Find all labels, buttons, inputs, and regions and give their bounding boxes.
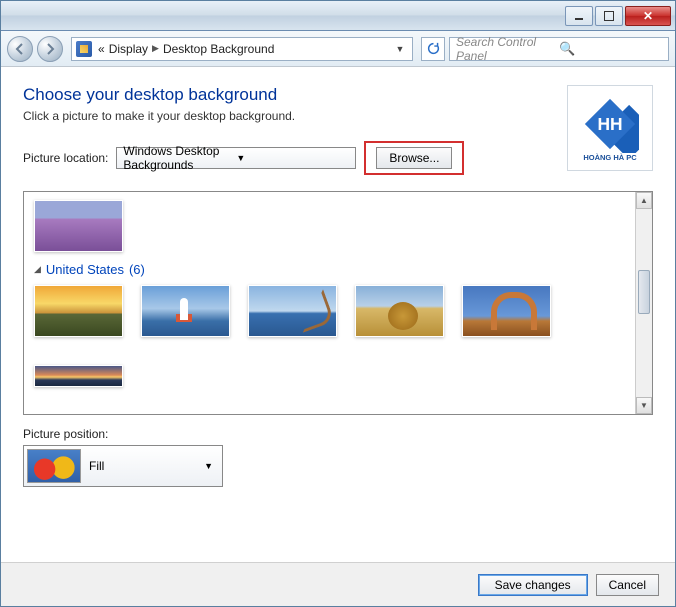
- cancel-button[interactable]: Cancel: [596, 574, 659, 596]
- breadcrumb-prefix: «: [98, 42, 105, 56]
- scroll-up-button[interactable]: ▲: [636, 192, 652, 209]
- collapse-icon: ◢: [34, 264, 41, 275]
- chevron-right-icon: ▶: [152, 43, 159, 54]
- picture-position-dropdown[interactable]: Fill ▼: [23, 445, 223, 487]
- address-bar[interactable]: « Display ▶ Desktop Background ▼: [71, 37, 413, 61]
- content-area: Choose your desktop background Click a p…: [1, 67, 675, 562]
- browse-button[interactable]: Browse...: [376, 147, 452, 169]
- address-dropdown-icon[interactable]: ▼: [392, 44, 408, 54]
- breadcrumb: « Display ▶ Desktop Background: [98, 42, 386, 56]
- picture-position-label: Picture position:: [23, 427, 653, 441]
- wallpaper-thumb[interactable]: [34, 365, 123, 387]
- logo-icon: HH: [581, 95, 639, 153]
- page-title: Choose your desktop background: [23, 85, 549, 105]
- refresh-icon: [427, 42, 440, 55]
- chevron-down-icon: ▼: [236, 153, 349, 163]
- picture-location-label: Picture location:: [23, 151, 108, 165]
- search-input[interactable]: Search Control Panel 🔍: [449, 37, 669, 61]
- titlebar: [1, 1, 675, 31]
- category-count: (6): [129, 262, 145, 277]
- search-placeholder: Search Control Panel: [456, 35, 559, 63]
- browse-highlight: Browse...: [364, 141, 464, 175]
- svg-text:HH: HH: [597, 113, 622, 133]
- minimize-button[interactable]: [565, 6, 593, 26]
- maximize-button[interactable]: [595, 6, 623, 26]
- brand-logo: HH HOÀNG HÀ PC: [567, 85, 653, 171]
- location-icon: [76, 41, 92, 57]
- wallpaper-thumb[interactable]: [34, 200, 123, 252]
- wallpaper-thumb[interactable]: [34, 285, 123, 337]
- brand-text: HOÀNG HÀ PC: [583, 153, 636, 162]
- wallpaper-list: ◢ United States (6) ▲ ▼: [23, 191, 653, 415]
- breadcrumb-display[interactable]: Display: [109, 42, 148, 56]
- breadcrumb-desktop-background[interactable]: Desktop Background: [163, 42, 274, 56]
- picture-location-value: Windows Desktop Backgrounds: [123, 144, 236, 172]
- wallpaper-thumb[interactable]: [248, 285, 337, 337]
- forward-button[interactable]: [37, 36, 63, 62]
- window: « Display ▶ Desktop Background ▼ Search …: [0, 0, 676, 607]
- navbar: « Display ▶ Desktop Background ▼ Search …: [1, 31, 675, 67]
- wallpaper-thumb[interactable]: [462, 285, 551, 337]
- scrollbar[interactable]: ▲ ▼: [635, 192, 652, 414]
- position-preview-icon: [27, 449, 81, 483]
- wallpaper-thumb[interactable]: [355, 285, 444, 337]
- search-icon: 🔍: [559, 41, 662, 57]
- refresh-button[interactable]: [421, 37, 445, 61]
- save-changes-button[interactable]: Save changes: [478, 574, 588, 596]
- category-name: United States: [46, 262, 124, 277]
- chevron-down-icon: ▼: [204, 461, 213, 471]
- back-arrow-icon: [14, 43, 26, 55]
- close-button[interactable]: [625, 6, 671, 26]
- back-button[interactable]: [7, 36, 33, 62]
- wallpaper-thumb[interactable]: [141, 285, 230, 337]
- forward-arrow-icon: [44, 43, 56, 55]
- footer: Save changes Cancel: [1, 562, 675, 606]
- scroll-down-button[interactable]: ▼: [636, 397, 652, 414]
- picture-location-dropdown[interactable]: Windows Desktop Backgrounds ▼: [116, 147, 356, 169]
- category-header[interactable]: ◢ United States (6): [34, 262, 625, 277]
- page-subtitle: Click a picture to make it your desktop …: [23, 109, 549, 123]
- scrollbar-thumb[interactable]: [638, 270, 650, 314]
- picture-position-value: Fill: [89, 459, 104, 473]
